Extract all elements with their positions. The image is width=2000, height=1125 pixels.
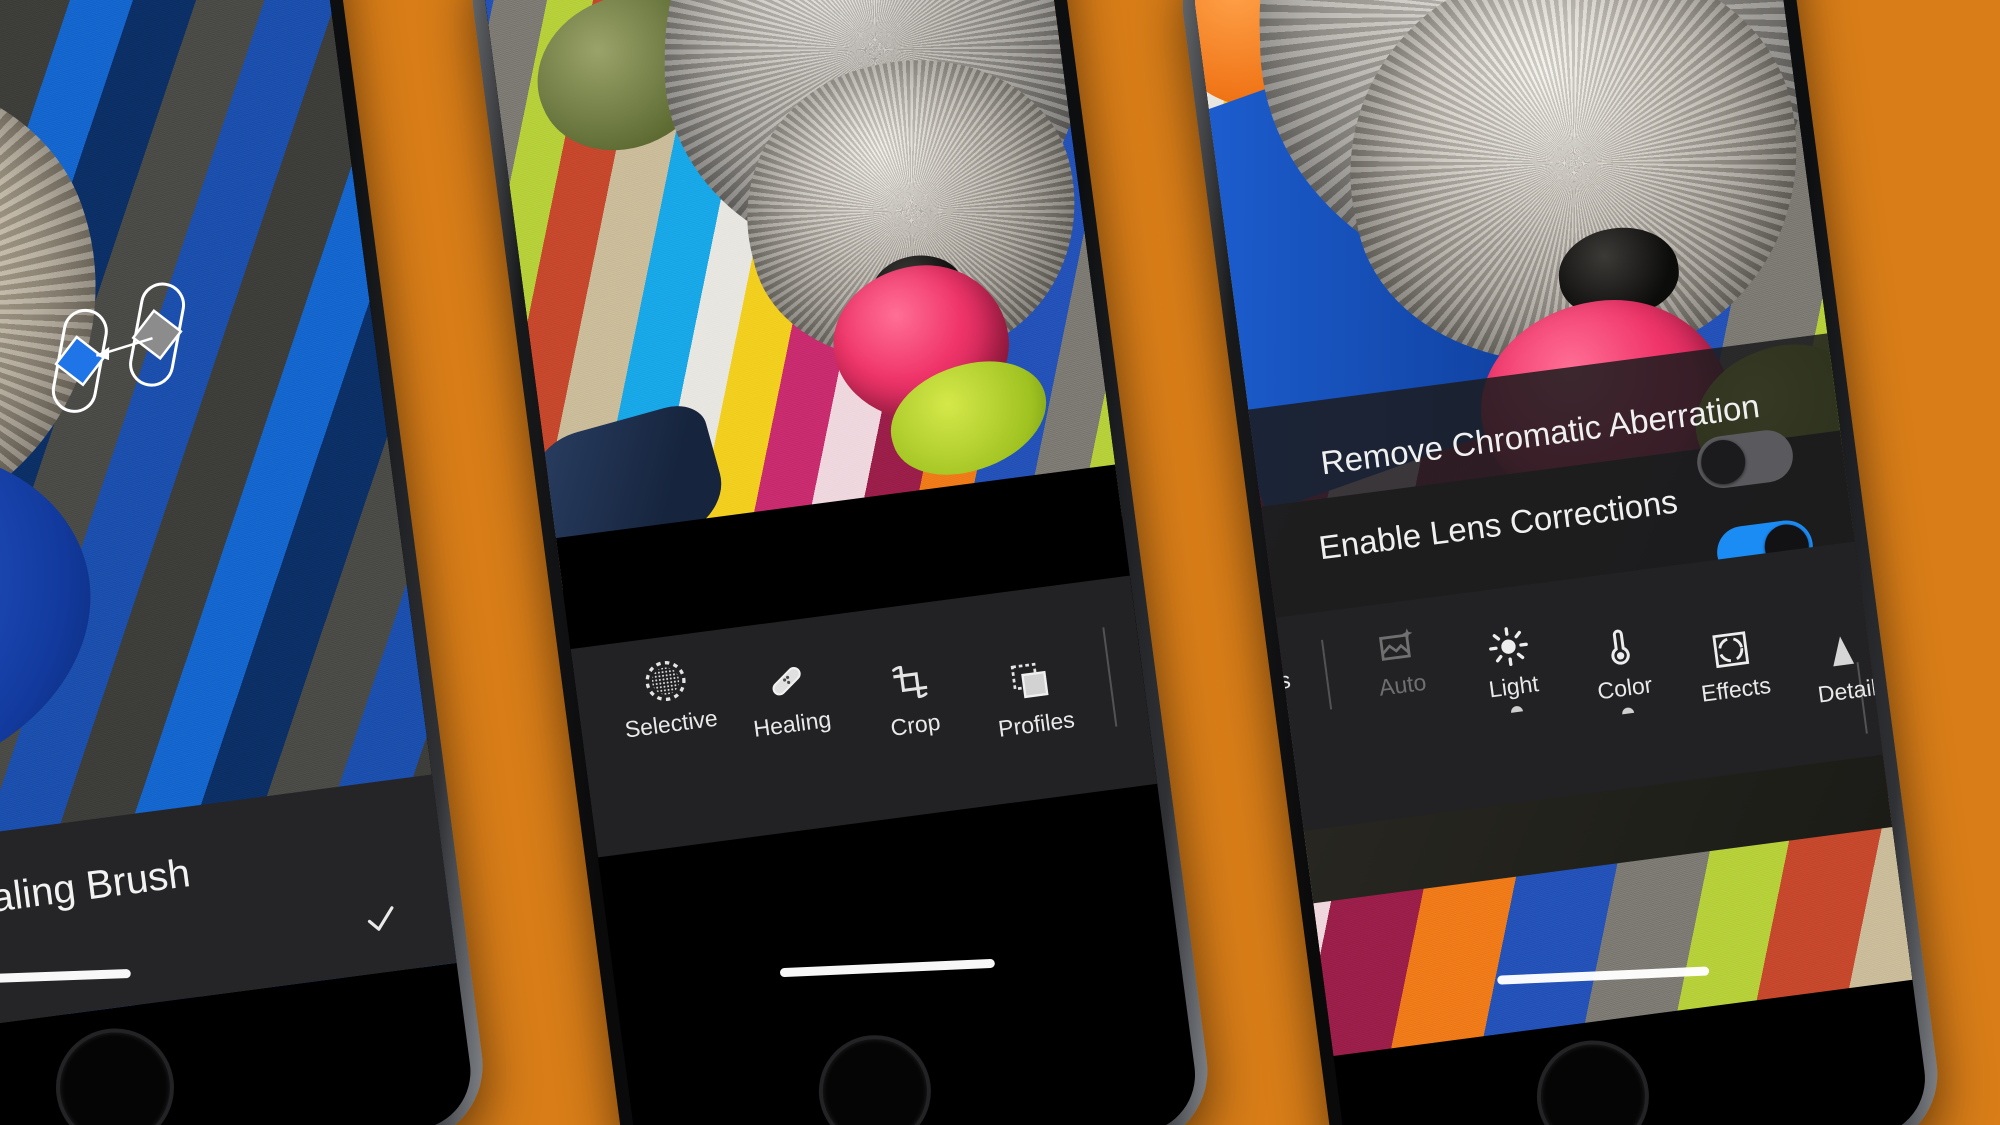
optics-row-remove-chromatic-aberration-label: Remove Chromatic Aberration	[1318, 387, 1762, 482]
color-expand-dot-right	[1621, 706, 1635, 715]
toolbar-label-auto-right: Auto	[1377, 668, 1428, 701]
crop-rotate-icon	[892, 665, 928, 699]
toolbar-label-auto: Auto	[1170, 709, 1183, 742]
toolbar-label-truncated-left[interactable]: s	[1277, 666, 1292, 694]
page-title: Healing Brush	[0, 851, 193, 928]
toolbar-label-light-right: Light	[1487, 670, 1541, 703]
toolbar-item-effects-right[interactable]: Effects	[1674, 622, 1793, 711]
phone-left-inner: Healing Brush	[0, 0, 478, 1125]
selective-mask-icon	[645, 661, 686, 702]
phone-left-screen: Healing Brush	[0, 0, 457, 1043]
toolbar-item-crop[interactable]: Crop	[847, 653, 976, 747]
optics-toolbar-divider-left	[1321, 639, 1333, 710]
toolbar-item-auto[interactable]: Auto	[1128, 653, 1183, 747]
remove-chromatic-aberration-toggle[interactable]	[1694, 427, 1797, 492]
home-indicator-middle[interactable]	[779, 958, 996, 978]
checkmark-icon[interactable]	[358, 898, 404, 939]
profiles-stack-icon	[1010, 662, 1049, 699]
toolbar-item-optics-right[interactable]: Optics	[1896, 625, 1913, 728]
phone-middle-screen: Selective Healing Crop Profiles Auto	[477, 0, 1183, 1050]
toolbar-label-color-right: Color	[1595, 671, 1654, 705]
source-pin-handle	[131, 308, 183, 361]
toolbar-item-auto-right[interactable]: Auto	[1340, 617, 1459, 706]
auto-magic-image-icon	[1171, 670, 1183, 700]
phone-middle-inner: Selective Healing Crop Profiles Auto	[477, 0, 1203, 1125]
vignette-square-icon	[1712, 631, 1750, 669]
toolbar-label-truncated-right[interactable]: P	[1887, 687, 1906, 716]
toolbar-item-healing[interactable]: Healing	[724, 652, 853, 746]
phone-right-inner: Remove Chromatic Aberration Enable Lens …	[1188, 0, 1932, 1125]
toolbar-label-detail-right: Detail	[1816, 674, 1878, 708]
toolbar-label-healing: Healing	[751, 705, 833, 742]
thermometer-icon	[1611, 629, 1630, 665]
toolbar-label-crop: Crop	[888, 708, 942, 741]
toolbar-item-light-right[interactable]: Light	[1451, 619, 1571, 720]
destination-pin-handle	[54, 335, 106, 387]
auto-magic-image-icon	[1379, 628, 1413, 661]
sun-icon	[1489, 627, 1528, 666]
toolbar-item-profiles[interactable]: Profiles	[968, 652, 1097, 746]
toggle-knob	[1698, 437, 1748, 487]
phone-right: Remove Chromatic Aberration Enable Lens …	[1173, 0, 1947, 1125]
light-expand-dot-right	[1510, 705, 1524, 713]
toolbar-item-selective[interactable]: Selective	[603, 651, 732, 745]
toolbar-label-profiles: Profiles	[996, 706, 1077, 742]
phone-right-screen: Remove Chromatic Aberration Enable Lens …	[1188, 0, 1913, 1056]
toolbar-label-effects-right: Effects	[1699, 671, 1773, 707]
home-button-middle[interactable]	[812, 1028, 938, 1125]
phone-left: Healing Brush	[0, 0, 493, 1125]
screenshot-root: Healing Brush Selective Healing Crop Pro…	[0, 0, 2000, 1125]
toolbar-item-color-right[interactable]: Color	[1562, 620, 1682, 721]
home-button-left[interactable]	[48, 1021, 182, 1125]
toolbar-label-optics-right: Optics	[1902, 672, 1912, 713]
toolbar-item-detail-right[interactable]: Detail	[1785, 623, 1904, 712]
bandage-icon	[772, 667, 801, 696]
phone-middle: Selective Healing Crop Profiles Auto	[463, 0, 1217, 1125]
toolbar-label-selective: Selective	[623, 704, 720, 743]
home-button-right[interactable]	[1530, 1033, 1656, 1125]
optics-row-enable-lens-corrections-label: Enable Lens Corrections	[1316, 482, 1680, 567]
toolbar-divider	[1102, 627, 1118, 727]
